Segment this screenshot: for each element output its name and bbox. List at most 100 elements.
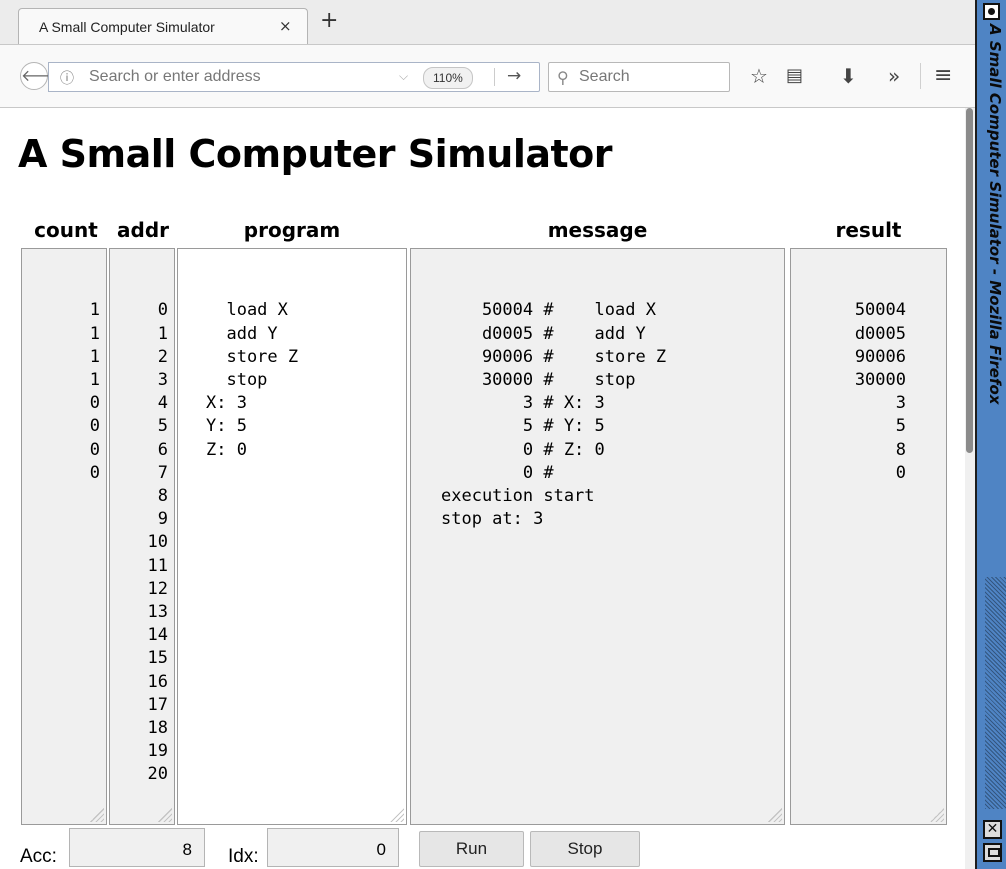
window-close-icon[interactable]: ✕ <box>983 820 1002 839</box>
window-menu-icon[interactable] <box>983 3 1000 20</box>
textarea-line: 0 <box>89 393 100 414</box>
message-textarea[interactable]: 50004 # load X d0005 # add Y 90006 # sto… <box>410 248 785 825</box>
textarea-line: 30000 <box>854 370 906 391</box>
textarea-line: Z: 0 <box>206 439 247 460</box>
star-icon[interactable]: ☆ <box>750 64 768 88</box>
download-icon[interactable]: ⬇ <box>840 64 857 88</box>
resize-grip-icon[interactable] <box>768 808 782 822</box>
textarea-line: 1 <box>89 323 100 344</box>
acc-field[interactable]: 8 <box>69 828 205 867</box>
textarea-line: 20 <box>147 764 168 785</box>
resize-grip-icon[interactable] <box>90 808 104 822</box>
browser-tab[interactable]: A Small Computer Simulator × <box>18 8 308 44</box>
window-title: A Small Computer Simulator - Mozilla Fir… <box>986 24 1004 405</box>
textarea-line: 50004 # load X <box>441 300 656 321</box>
textarea-line: 5 <box>157 416 168 437</box>
textarea-line: 1 <box>157 323 168 344</box>
info-icon[interactable]: ⓘ <box>60 68 74 88</box>
textarea-line: 50004 <box>854 300 906 321</box>
textarea-line: stop <box>206 370 268 391</box>
textarea-line: 90006 # store Z <box>441 346 667 367</box>
window-maximize-icon[interactable] <box>983 843 1002 862</box>
count-lines: 11110000 <box>26 299 100 485</box>
overflow-icon[interactable]: » <box>888 64 900 88</box>
search-input[interactable] <box>579 67 719 87</box>
close-tab-icon[interactable]: × <box>279 17 292 35</box>
textarea-line: stop at: 3 <box>441 509 544 530</box>
resize-grip-icon[interactable] <box>930 808 944 822</box>
textarea-line: execution start <box>441 486 595 507</box>
textarea-line: load X <box>206 300 288 321</box>
result-header: result <box>835 218 902 242</box>
hamburger-menu-icon[interactable]: ≡ <box>934 64 952 88</box>
textarea-line: 18 <box>147 718 168 739</box>
reader-view-icon[interactable]: ▤ <box>786 64 803 88</box>
textarea-line: 0 <box>895 462 906 483</box>
title-bar-stipple <box>985 577 1006 809</box>
run-button[interactable]: Run <box>419 831 524 867</box>
textarea-line: 15 <box>147 648 168 669</box>
textarea-line: 0 <box>89 416 100 437</box>
addr-lines: 0 1 2 3 4 5 6 7 8 9 10 11 12 13 14 15 16 17 18 19 20 <box>114 299 168 786</box>
textarea-line: 0 <box>89 462 100 483</box>
zoom-indicator[interactable]: 110% <box>423 67 473 89</box>
new-tab-button[interactable]: + <box>320 10 338 32</box>
resize-grip-icon[interactable] <box>158 808 172 822</box>
textarea-line: d0005 # add Y <box>441 323 646 344</box>
idx-field[interactable]: 0 <box>267 828 399 867</box>
textarea-line: 16 <box>147 671 168 692</box>
textarea-line: 8 <box>895 439 906 460</box>
textarea-line: 8 <box>157 486 168 507</box>
textarea-line: store Z <box>206 346 299 367</box>
textarea-line: 90006 <box>854 346 906 367</box>
textarea-line: X: 3 <box>206 393 247 414</box>
toolbar-separator <box>920 63 921 89</box>
result-textarea[interactable]: 50004 d0005 90006 30000 3 5 8 0 <box>790 248 947 825</box>
textarea-line: 9 <box>157 509 168 530</box>
textarea-line: d0005 <box>854 323 906 344</box>
textarea-line: Y: 5 <box>206 416 247 437</box>
textarea-line: 12 <box>147 578 168 599</box>
textarea-line: 30000 # stop <box>441 370 636 391</box>
textarea-line: 0 <box>157 300 168 321</box>
idx-label: Idx: <box>228 846 259 867</box>
tab-bar: A Small Computer Simulator × + <box>0 0 975 44</box>
program-textarea[interactable]: load X add Y store Z stop X: 3 Y: 5 Z: 0 <box>177 248 407 825</box>
textarea-line: 0 # <box>441 462 554 483</box>
go-arrow-icon[interactable]: → <box>507 66 521 86</box>
textarea-line: 3 # X: 3 <box>441 393 605 414</box>
textarea-line: 3 <box>895 393 906 414</box>
acc-label: Acc: <box>20 846 57 867</box>
stop-button[interactable]: Stop <box>530 831 640 867</box>
textarea-line: 19 <box>147 741 168 762</box>
result-lines: 50004 d0005 90006 30000 3 5 8 0 <box>795 299 906 485</box>
window-title-bar[interactable]: A Small Computer Simulator - Mozilla Fir… <box>975 0 1006 869</box>
textarea-line: 10 <box>147 532 168 553</box>
back-arrow-icon[interactable]: 🡐 <box>20 62 64 90</box>
url-bar[interactable]: ⓘ ⌵ 110% → <box>48 62 540 92</box>
textarea-line: add Y <box>206 323 278 344</box>
textarea-line: 14 <box>147 625 168 646</box>
textarea-line: 5 # Y: 5 <box>441 416 605 437</box>
search-bar[interactable]: ⚲ <box>548 62 730 92</box>
textarea-line: 6 <box>157 439 168 460</box>
textarea-line: 11 <box>147 555 168 576</box>
textarea-line: 2 <box>157 346 168 367</box>
textarea-line: 5 <box>895 416 906 437</box>
scrollbar-thumb[interactable] <box>966 108 973 453</box>
url-input[interactable] <box>89 67 389 87</box>
textarea-line: 1 <box>89 300 100 321</box>
count-textarea[interactable]: 11110000 <box>21 248 107 825</box>
addr-header: addr <box>117 218 169 242</box>
page-scrollbar[interactable] <box>965 108 975 869</box>
resize-grip-icon[interactable] <box>390 808 404 822</box>
program-lines: load X add Y store Z stop X: 3 Y: 5 Z: 0 <box>206 299 400 461</box>
addr-textarea[interactable]: 0 1 2 3 4 5 6 7 8 9 10 11 12 13 14 15 16 17 18 19 20 <box>109 248 175 825</box>
textarea-line: 7 <box>157 462 168 483</box>
tab-title: A Small Computer Simulator <box>39 19 215 35</box>
message-lines: 50004 # load X d0005 # add Y 90006 # sto… <box>441 299 778 531</box>
textarea-line: 0 # Z: 0 <box>441 439 605 460</box>
textarea-line: 17 <box>147 694 168 715</box>
url-separator <box>494 68 495 86</box>
dropdown-icon[interactable]: ⌵ <box>399 69 408 84</box>
